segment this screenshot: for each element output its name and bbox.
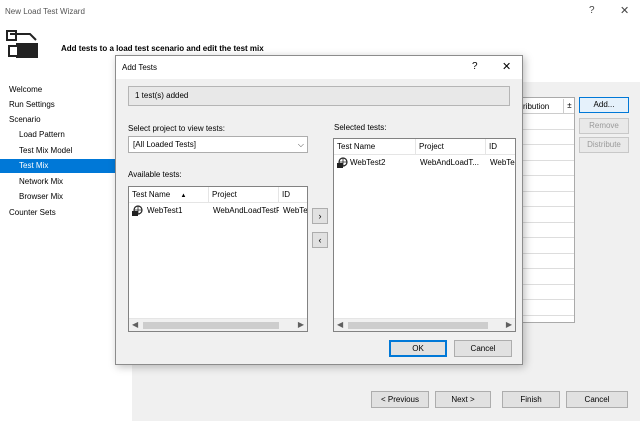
ok-button[interactable]: OK [389, 340, 447, 357]
project-select-value: [All Loaded Tests] [133, 140, 197, 149]
grid-row [514, 192, 574, 207]
dialog-title-bar: Add Tests ? ✕ [116, 56, 522, 79]
project-column-header[interactable]: Project [209, 187, 279, 203]
id-column-header[interactable]: ID [486, 139, 515, 155]
wizard-title-bar: New Load Test Wizard ? ✕ [0, 0, 640, 24]
move-right-button[interactable]: › [312, 208, 328, 224]
grid-row [514, 269, 574, 285]
dialog-title: Add Tests [122, 63, 157, 72]
add-button[interactable]: Add... [579, 97, 629, 113]
scrollbar-thumb[interactable] [143, 322, 279, 329]
test-name-column-header[interactable]: Test Name [334, 139, 416, 155]
id-cell[interactable]: WebTe [283, 204, 307, 218]
status-box: 1 test(s) added [128, 86, 510, 106]
scroll-right-icon[interactable]: ▶ [298, 320, 304, 329]
web-test-icon [132, 205, 143, 216]
close-icon[interactable]: ✕ [502, 60, 511, 73]
project-cell[interactable]: WebAndLoadTestP [213, 204, 279, 218]
horizontal-scrollbar[interactable]: ◀ ▶ [129, 318, 307, 331]
horizontal-scrollbar[interactable]: ◀ ▶ [334, 318, 515, 331]
close-icon[interactable]: ✕ [620, 4, 629, 17]
sort-ascending-icon: ▲ [180, 193, 187, 199]
grid-row [514, 145, 574, 161]
nav-item-test-mix[interactable]: Test Mix [0, 159, 132, 173]
grid-row [514, 223, 574, 238]
grid-row [514, 176, 574, 192]
distribute-button[interactable]: Distribute [579, 137, 629, 153]
grid-row [514, 130, 574, 145]
available-tests-list[interactable]: Test Name ▲ Project ID WebTest1 WebAndLo… [128, 186, 308, 332]
project-label: Select project to view tests: [128, 124, 225, 133]
test-name-cell[interactable]: WebTest2 [350, 156, 414, 170]
project-select[interactable]: [All Loaded Tests] ⌵ [128, 136, 308, 153]
nav-item-scenario[interactable]: Scenario [0, 113, 132, 127]
id-column-header[interactable]: ID [279, 187, 307, 203]
dialog-cancel-button[interactable]: Cancel [454, 340, 512, 357]
sort-column-header[interactable]: ± [563, 99, 575, 113]
finish-button[interactable]: Finish [502, 391, 560, 408]
scroll-right-icon[interactable]: ▶ [506, 320, 512, 329]
previous-button[interactable]: < Previous [371, 391, 429, 408]
web-test-icon [337, 157, 348, 168]
grid-header: istribution ± [514, 98, 574, 114]
nav-item-welcome[interactable]: Welcome [0, 83, 132, 97]
scrollbar-thumb[interactable] [348, 322, 488, 329]
grid-row [514, 238, 574, 254]
grid-row [514, 161, 574, 176]
id-cell[interactable]: WebTe [490, 156, 515, 170]
test-name-column-header[interactable]: Test Name ▲ [129, 187, 209, 203]
selected-tests-list[interactable]: Test Name Project ID WebTest2 WebAndLoad… [333, 138, 516, 332]
grid-row [514, 285, 574, 300]
nav-item-network-mix[interactable]: Network Mix [0, 175, 132, 189]
available-tests-label: Available tests: [128, 170, 182, 179]
scroll-left-icon[interactable]: ◀ [132, 320, 138, 329]
help-icon[interactable]: ? [589, 5, 595, 16]
next-button[interactable]: Next > [435, 391, 491, 408]
grid-row [514, 254, 574, 269]
help-icon[interactable]: ? [472, 61, 478, 72]
nav-item-run-settings[interactable]: Run Settings [0, 98, 132, 112]
selected-tests-label: Selected tests: [334, 123, 387, 132]
add-tests-dialog: Add Tests ? ✕ 1 test(s) added Select pro… [115, 55, 523, 365]
cancel-button[interactable]: Cancel [566, 391, 628, 408]
wizard-title: New Load Test Wizard [5, 7, 85, 16]
grid-row [514, 207, 574, 223]
project-cell[interactable]: WebAndLoadT... [420, 156, 486, 170]
wizard-icon [6, 30, 38, 58]
list-header: Test Name Project ID [334, 139, 515, 155]
nav-item-load-pattern[interactable]: Load Pattern [0, 128, 132, 142]
nav-item-counter-sets[interactable]: Counter Sets [0, 206, 132, 220]
grid-row [514, 114, 574, 130]
scroll-left-icon[interactable]: ◀ [337, 320, 343, 329]
nav-item-browser-mix[interactable]: Browser Mix [0, 190, 132, 204]
nav-item-test-mix-model[interactable]: Test Mix Model [0, 144, 132, 158]
test-name-cell[interactable]: WebTest1 [147, 204, 207, 218]
project-column-header[interactable]: Project [416, 139, 486, 155]
remove-button[interactable]: Remove [579, 118, 629, 134]
column-label: Test Name [132, 190, 171, 199]
grid-row [514, 300, 574, 316]
list-header: Test Name ▲ Project ID [129, 187, 307, 203]
move-left-button[interactable]: ‹ [312, 232, 328, 248]
page-heading: Add tests to a load test scenario and ed… [61, 44, 264, 53]
chevron-down-icon[interactable]: ⌵ [298, 137, 304, 152]
